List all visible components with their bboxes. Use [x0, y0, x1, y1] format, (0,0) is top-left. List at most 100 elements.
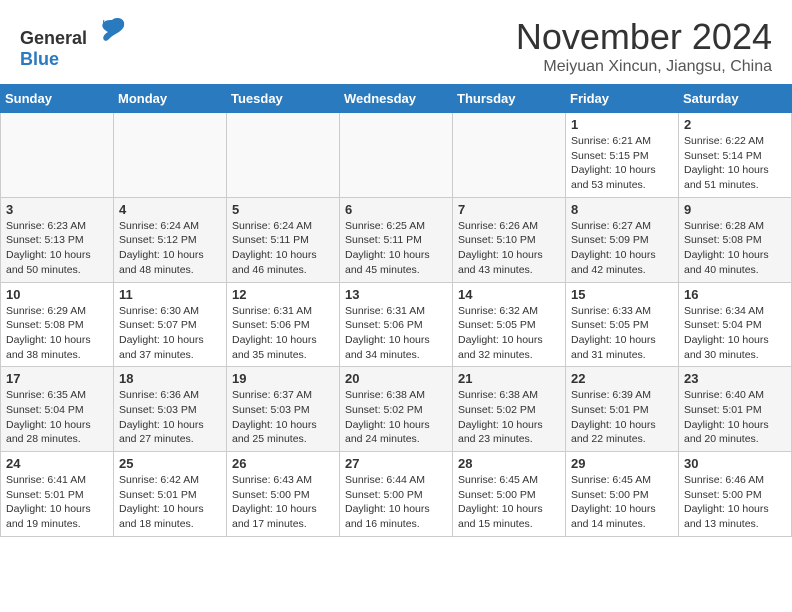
calendar-day-cell: 10Sunrise: 6:29 AMSunset: 5:08 PMDayligh…	[1, 282, 114, 367]
day-number: 3	[6, 202, 108, 217]
day-number: 6	[345, 202, 447, 217]
logo-general: General	[20, 28, 87, 48]
day-info: Sunrise: 6:29 AMSunset: 5:08 PMDaylight:…	[6, 304, 108, 363]
calendar-day-cell: 2 Sunrise: 6:22 AMSunset: 5:14 PMDaylight…	[679, 113, 792, 198]
day-number: 7	[458, 202, 560, 217]
day-number: 2	[684, 117, 786, 132]
logo: General Blue	[20, 16, 128, 70]
calendar-day-cell: 19Sunrise: 6:37 AMSunset: 5:03 PMDayligh…	[227, 367, 340, 452]
calendar-day-cell: 4Sunrise: 6:24 AMSunset: 5:12 PMDaylight…	[114, 197, 227, 282]
day-info: Sunrise: 6:24 AMSunset: 5:11 PMDaylight:…	[232, 219, 334, 278]
logo-text: General	[20, 16, 128, 49]
day-info: Sunrise: 6:31 AMSunset: 5:06 PMDaylight:…	[345, 304, 447, 363]
day-number: 26	[232, 456, 334, 471]
day-info: Sunrise: 6:22 AMSunset: 5:14 PMDaylight:…	[684, 134, 786, 193]
calendar-day-cell: 5 Sunrise: 6:24 AMSunset: 5:11 PMDaylight…	[227, 197, 340, 282]
calendar-day-cell: 21 Sunrise: 6:38 AMSunset: 5:02 PMDayligh…	[453, 367, 566, 452]
day-info: Sunrise: 6:24 AMSunset: 5:12 PMDaylight:…	[119, 219, 221, 278]
calendar-day-cell: 11 Sunrise: 6:30 AMSunset: 5:07 PMDayligh…	[114, 282, 227, 367]
calendar-day-cell: 27 Sunrise: 6:44 AMSunset: 5:00 PMDayligh…	[340, 452, 453, 537]
day-number: 15	[571, 287, 673, 302]
logo-blue: Blue	[20, 49, 59, 70]
calendar-day-cell	[1, 113, 114, 198]
weekday-header-tuesday: Tuesday	[227, 85, 340, 113]
weekday-header-friday: Friday	[566, 85, 679, 113]
day-number: 20	[345, 371, 447, 386]
day-number: 11	[119, 287, 221, 302]
day-number: 13	[345, 287, 447, 302]
weekday-header-sunday: Sunday	[1, 85, 114, 113]
day-number: 17	[6, 371, 108, 386]
day-number: 22	[571, 371, 673, 386]
calendar-week-row: 3Sunrise: 6:23 AMSunset: 5:13 PMDaylight…	[1, 197, 792, 282]
calendar-day-cell: 29Sunrise: 6:45 AMSunset: 5:00 PMDayligh…	[566, 452, 679, 537]
day-info: Sunrise: 6:45 AMSunset: 5:00 PMDaylight:…	[571, 473, 673, 532]
calendar-day-cell: 22 Sunrise: 6:39 AMSunset: 5:01 PMDayligh…	[566, 367, 679, 452]
day-info: Sunrise: 6:39 AMSunset: 5:01 PMDaylight:…	[571, 388, 673, 447]
calendar-day-cell	[453, 113, 566, 198]
calendar-day-cell	[227, 113, 340, 198]
calendar-day-cell: 12Sunrise: 6:31 AMSunset: 5:06 PMDayligh…	[227, 282, 340, 367]
day-info: Sunrise: 6:44 AMSunset: 5:00 PMDaylight:…	[345, 473, 447, 532]
day-number: 27	[345, 456, 447, 471]
day-number: 9	[684, 202, 786, 217]
calendar-day-cell: 3Sunrise: 6:23 AMSunset: 5:13 PMDaylight…	[1, 197, 114, 282]
day-info: Sunrise: 6:21 AMSunset: 5:15 PMDaylight:…	[571, 134, 673, 193]
day-info: Sunrise: 6:25 AMSunset: 5:11 PMDaylight:…	[345, 219, 447, 278]
calendar-day-cell: 7 Sunrise: 6:26 AMSunset: 5:10 PMDaylight…	[453, 197, 566, 282]
day-info: Sunrise: 6:41 AMSunset: 5:01 PMDaylight:…	[6, 473, 108, 532]
day-number: 8	[571, 202, 673, 217]
day-info: Sunrise: 6:37 AMSunset: 5:03 PMDaylight:…	[232, 388, 334, 447]
day-number: 16	[684, 287, 786, 302]
calendar-day-cell: 6 Sunrise: 6:25 AMSunset: 5:11 PMDaylight…	[340, 197, 453, 282]
day-number: 30	[684, 456, 786, 471]
calendar-day-cell: 14 Sunrise: 6:32 AMSunset: 5:05 PMDayligh…	[453, 282, 566, 367]
day-info: Sunrise: 6:38 AMSunset: 5:02 PMDaylight:…	[345, 388, 447, 447]
day-info: Sunrise: 6:42 AMSunset: 5:01 PMDaylight:…	[119, 473, 221, 532]
calendar-day-cell: 15Sunrise: 6:33 AMSunset: 5:05 PMDayligh…	[566, 282, 679, 367]
location: Meiyuan Xincun, Jiangsu, China	[516, 58, 772, 76]
day-info: Sunrise: 6:34 AMSunset: 5:04 PMDaylight:…	[684, 304, 786, 363]
calendar-day-cell: 13 Sunrise: 6:31 AMSunset: 5:06 PMDayligh…	[340, 282, 453, 367]
calendar-day-cell: 23Sunrise: 6:40 AMSunset: 5:01 PMDayligh…	[679, 367, 792, 452]
day-info: Sunrise: 6:28 AMSunset: 5:08 PMDaylight:…	[684, 219, 786, 278]
calendar-day-cell: 30 Sunrise: 6:46 AMSunset: 5:00 PMDayligh…	[679, 452, 792, 537]
day-info: Sunrise: 6:26 AMSunset: 5:10 PMDaylight:…	[458, 219, 560, 278]
calendar-week-row: 17 Sunrise: 6:35 AMSunset: 5:04 PMDayligh…	[1, 367, 792, 452]
day-number: 14	[458, 287, 560, 302]
day-info: Sunrise: 6:43 AMSunset: 5:00 PMDaylight:…	[232, 473, 334, 532]
day-info: Sunrise: 6:38 AMSunset: 5:02 PMDaylight:…	[458, 388, 560, 447]
calendar-day-cell: 20 Sunrise: 6:38 AMSunset: 5:02 PMDayligh…	[340, 367, 453, 452]
calendar-day-cell	[340, 113, 453, 198]
weekday-header-monday: Monday	[114, 85, 227, 113]
day-info: Sunrise: 6:32 AMSunset: 5:05 PMDaylight:…	[458, 304, 560, 363]
month-title: November 2024	[516, 16, 772, 58]
calendar-week-row: 1 Sunrise: 6:21 AMSunset: 5:15 PMDaylight…	[1, 113, 792, 198]
day-number: 21	[458, 371, 560, 386]
logo-bird-icon	[96, 16, 128, 44]
calendar-week-row: 10Sunrise: 6:29 AMSunset: 5:08 PMDayligh…	[1, 282, 792, 367]
day-number: 24	[6, 456, 108, 471]
title-block: November 2024 Meiyuan Xincun, Jiangsu, C…	[516, 16, 772, 76]
day-info: Sunrise: 6:46 AMSunset: 5:00 PMDaylight:…	[684, 473, 786, 532]
calendar-day-cell: 16 Sunrise: 6:34 AMSunset: 5:04 PMDayligh…	[679, 282, 792, 367]
day-number: 1	[571, 117, 673, 132]
calendar-day-cell: 26 Sunrise: 6:43 AMSunset: 5:00 PMDayligh…	[227, 452, 340, 537]
day-number: 12	[232, 287, 334, 302]
weekday-header-thursday: Thursday	[453, 85, 566, 113]
day-number: 28	[458, 456, 560, 471]
calendar-day-cell: 24 Sunrise: 6:41 AMSunset: 5:01 PMDayligh…	[1, 452, 114, 537]
day-info: Sunrise: 6:35 AMSunset: 5:04 PMDaylight:…	[6, 388, 108, 447]
day-info: Sunrise: 6:30 AMSunset: 5:07 PMDaylight:…	[119, 304, 221, 363]
calendar-header-row: SundayMondayTuesdayWednesdayThursdayFrid…	[1, 85, 792, 113]
calendar-day-cell: 25 Sunrise: 6:42 AMSunset: 5:01 PMDayligh…	[114, 452, 227, 537]
day-number: 23	[684, 371, 786, 386]
calendar-day-cell	[114, 113, 227, 198]
calendar-day-cell: 18Sunrise: 6:36 AMSunset: 5:03 PMDayligh…	[114, 367, 227, 452]
calendar-day-cell: 9 Sunrise: 6:28 AMSunset: 5:08 PMDaylight…	[679, 197, 792, 282]
day-number: 25	[119, 456, 221, 471]
page-header: General Blue November 2024 Meiyuan Xincu…	[0, 0, 792, 84]
day-number: 5	[232, 202, 334, 217]
calendar-table: SundayMondayTuesdayWednesdayThursdayFrid…	[0, 84, 792, 537]
calendar-day-cell: 17 Sunrise: 6:35 AMSunset: 5:04 PMDayligh…	[1, 367, 114, 452]
